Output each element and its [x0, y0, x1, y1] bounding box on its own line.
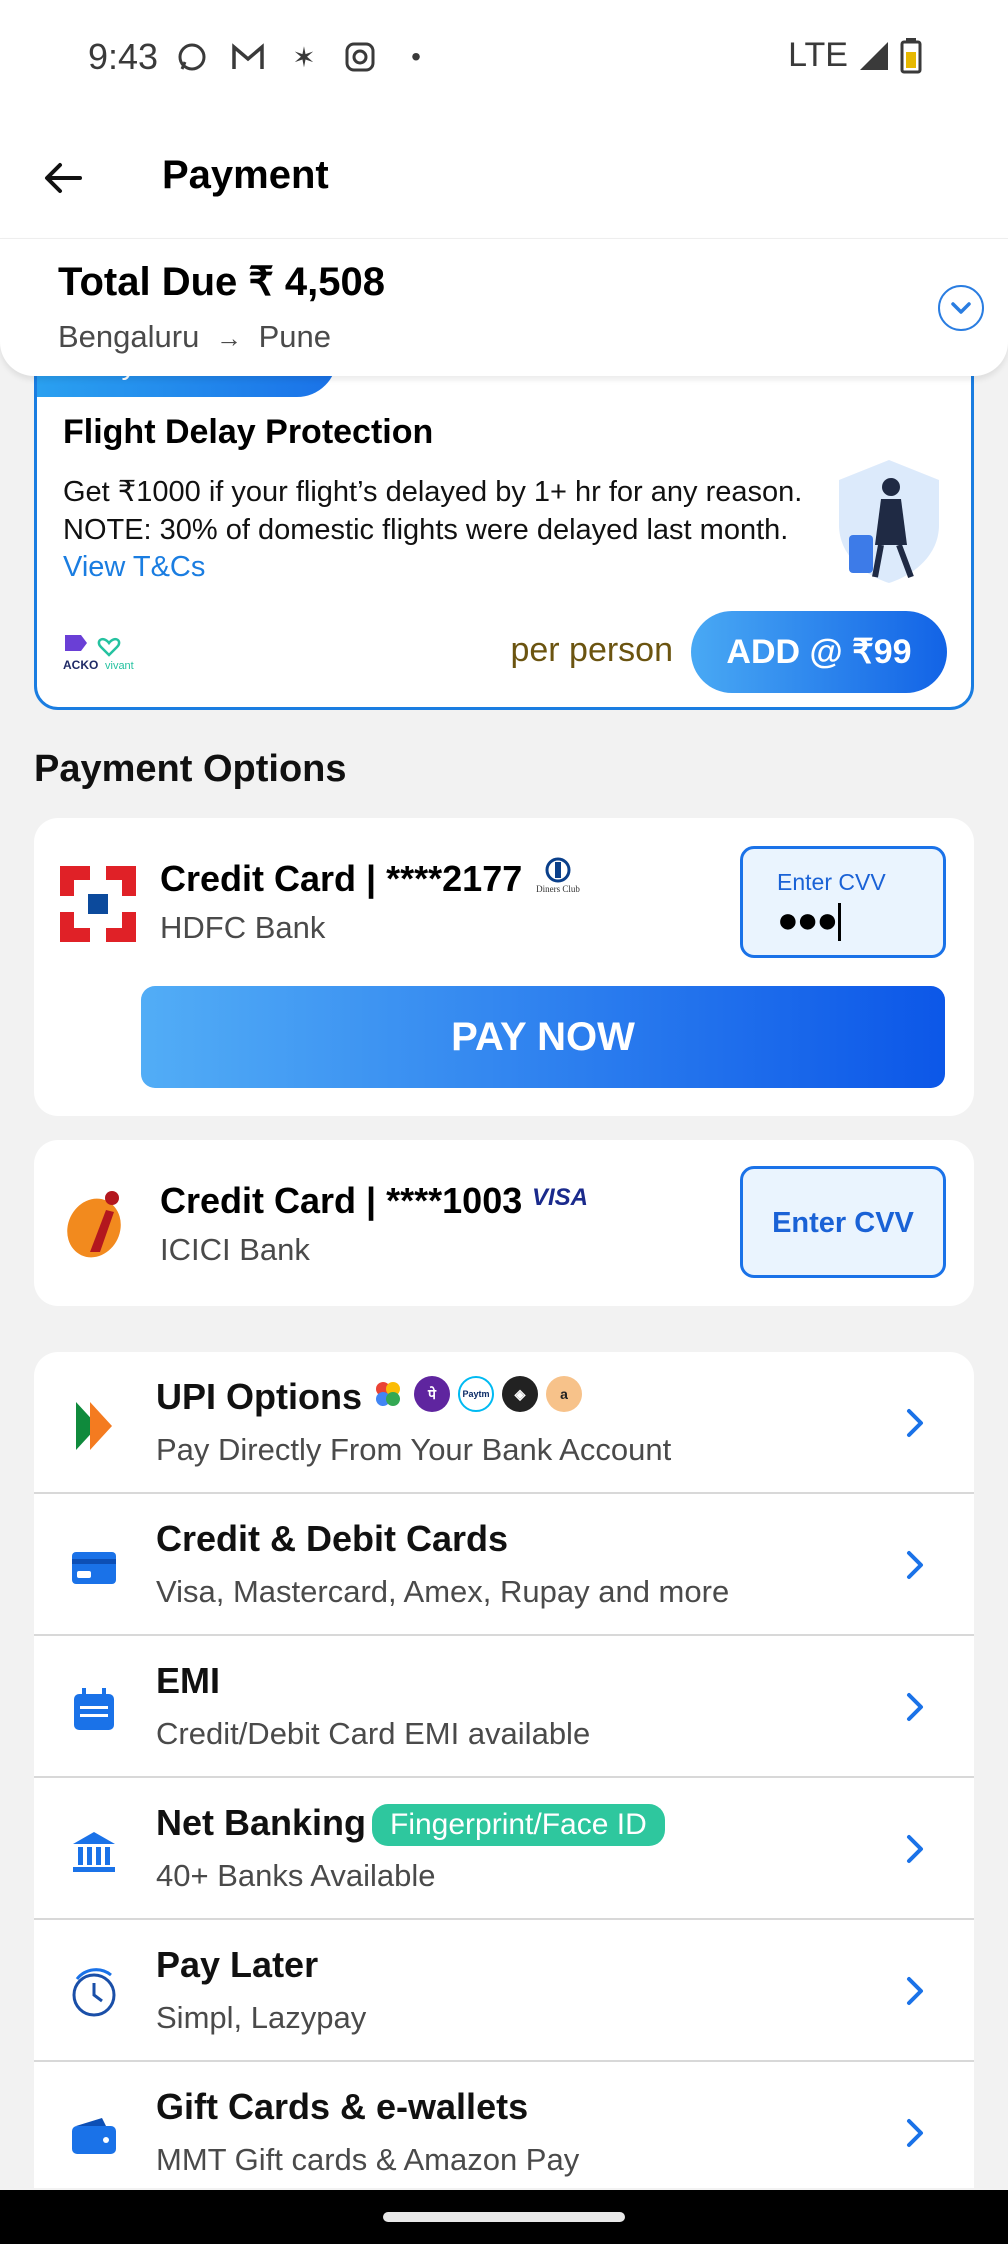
bank-icon [64, 1822, 124, 1882]
option-title: EMI [156, 1660, 221, 1701]
insurance-title: Flight Delay Protection [63, 413, 434, 451]
cvv-dots: ●●● [777, 899, 838, 940]
option-cards[interactable]: Credit & Debit Cards Visa, Mastercard, A… [34, 1494, 974, 1636]
option-upi[interactable]: UPI Options पे Paytm ◈ a Pay Directly Fr… [34, 1352, 974, 1494]
option-subtitle: Simpl, Lazypay [156, 2000, 367, 2035]
card-icon [64, 1538, 124, 1598]
back-arrow-icon[interactable] [40, 155, 86, 201]
wallet-icon [64, 2106, 124, 2166]
option-title: UPI Options [156, 1376, 362, 1417]
option-subtitle: Visa, Mastercard, Amex, Rupay and more [156, 1574, 730, 1609]
per-person-label: per person [510, 631, 673, 669]
phonepe-icon: पे [414, 1376, 450, 1412]
chevron-right-icon [907, 1409, 923, 1437]
payment-options-title: Payment Options [34, 748, 347, 790]
acko-label: ACKO [63, 658, 98, 672]
route-to: Pune [258, 319, 331, 354]
battery-icon [900, 37, 922, 73]
total-due: Total Due ₹ 4,508 [58, 260, 386, 304]
text-caret [838, 903, 842, 942]
cvv-value: ●●● [777, 899, 842, 942]
instagram-icon [343, 40, 377, 74]
total-due-card[interactable]: Total Due ₹ 4,508 Bengaluru → Pune [0, 238, 1008, 376]
chevron-right-icon [907, 2119, 923, 2147]
status-time: 9:43 [88, 36, 159, 77]
insurance-line-1: Get ₹1000 if your flight’s delayed by 1+… [63, 476, 803, 508]
card-name: Credit Card | ****2177 [160, 858, 523, 899]
status-right: LTE [788, 36, 922, 75]
route: Bengaluru → Pune [58, 319, 331, 355]
vivant-label: vivant [105, 660, 134, 672]
clock-icon [64, 1964, 124, 2024]
option-subtitle: Credit/Debit Card EMI available [156, 1716, 591, 1751]
saved-card-hdfc[interactable]: Credit Card | ****2177 HDFC Bank Diners … [34, 818, 974, 1116]
dot-icon: • [411, 41, 421, 72]
option-subtitle: Pay Directly From Your Bank Account [156, 1432, 672, 1467]
hdfc-logo-icon [60, 866, 136, 942]
cred-icon: ◈ [502, 1376, 538, 1412]
option-subtitle: 40+ Banks Available [156, 1858, 436, 1893]
traveler-illustration-icon [839, 460, 939, 583]
option-netbanking[interactable]: Net Banking Fingerprint/Face ID 40+ Bank… [34, 1778, 974, 1920]
chevron-right-icon [907, 1835, 923, 1863]
status-bar: 9:43 ✶ • LTE [0, 0, 1008, 115]
fingerprint-badge: Fingerprint/Face ID [372, 1804, 665, 1846]
chevron-right-icon [907, 1551, 923, 1579]
upi-app-logos: पे Paytm ◈ a [370, 1376, 582, 1412]
flight-delay-card: Worry Free Travel! Flight Delay Protecti… [34, 352, 974, 710]
insurance-line-2: NOTE: 30% of domestic flights were delay… [63, 514, 789, 546]
notification-icons: ✶ • [175, 40, 433, 74]
chevron-right-icon [907, 1977, 923, 2005]
option-title: Net Banking [156, 1802, 367, 1843]
expand-icon[interactable] [938, 285, 984, 331]
card-name: Credit Card | ****1003 [160, 1180, 523, 1221]
upi-icon [64, 1396, 124, 1456]
gpay-icon [370, 1376, 406, 1412]
diners-club-logo: Diners Club [528, 856, 588, 907]
icici-logo-icon [67, 1191, 121, 1258]
sparkle-icon: ✶ [292, 41, 316, 73]
signal-icon [860, 41, 888, 70]
add-insurance-button[interactable]: ADD @ ₹99 [691, 611, 947, 693]
payment-methods-list: UPI Options पे Paytm ◈ a Pay Directly Fr… [34, 1352, 974, 2188]
acko-logo: ACKO vivant [61, 633, 141, 673]
saved-card-icici[interactable]: Credit Card | ****1003 ICICI Bank VISA E… [34, 1140, 974, 1306]
network-type: LTE [788, 36, 848, 74]
whatsapp-icon [175, 40, 209, 74]
system-nav-bar [0, 2190, 1008, 2244]
chevron-right-icon [907, 1693, 923, 1721]
pay-now-button[interactable]: PAY NOW [141, 986, 945, 1088]
amazon-pay-icon: a [546, 1376, 582, 1412]
option-emi[interactable]: EMI Credit/Debit Card EMI available [34, 1636, 974, 1778]
home-gesture-handle[interactable] [383, 2212, 625, 2222]
visa-logo: VISA [532, 1184, 589, 1211]
gmail-icon [231, 40, 265, 74]
option-title: Gift Cards & e-wallets [156, 2086, 529, 2127]
route-from: Bengaluru [58, 319, 200, 354]
option-title: Credit & Debit Cards [156, 1518, 509, 1559]
diners-label: Diners Club [536, 884, 580, 894]
option-subtitle: MMT Gift cards & Amazon Pay [156, 2142, 580, 2177]
page-title: Payment [162, 153, 329, 197]
option-paylater[interactable]: Pay Later Simpl, Lazypay [34, 1920, 974, 2062]
cvv-input-hdfc[interactable]: Enter CVV ●●● [740, 846, 946, 958]
insurance-description: Get ₹1000 if your flight’s delayed by 1+… [63, 473, 883, 549]
paytm-icon: Paytm [458, 1376, 494, 1412]
bank-name: HDFC Bank [160, 910, 326, 945]
route-arrow: → [215, 323, 242, 353]
cvv-label: Enter CVV [772, 1207, 914, 1239]
calendar-icon [64, 1680, 124, 1740]
view-tcs-link[interactable]: View T&Cs [63, 551, 205, 584]
option-title: Pay Later [156, 1944, 319, 1985]
app-header: Payment [0, 115, 1008, 240]
cvv-label: Enter CVV [777, 869, 886, 895]
option-wallets[interactable]: Gift Cards & e-wallets MMT Gift cards & … [34, 2062, 974, 2188]
cvv-input-icici[interactable]: Enter CVV [740, 1166, 946, 1278]
bank-name: ICICI Bank [160, 1232, 310, 1267]
